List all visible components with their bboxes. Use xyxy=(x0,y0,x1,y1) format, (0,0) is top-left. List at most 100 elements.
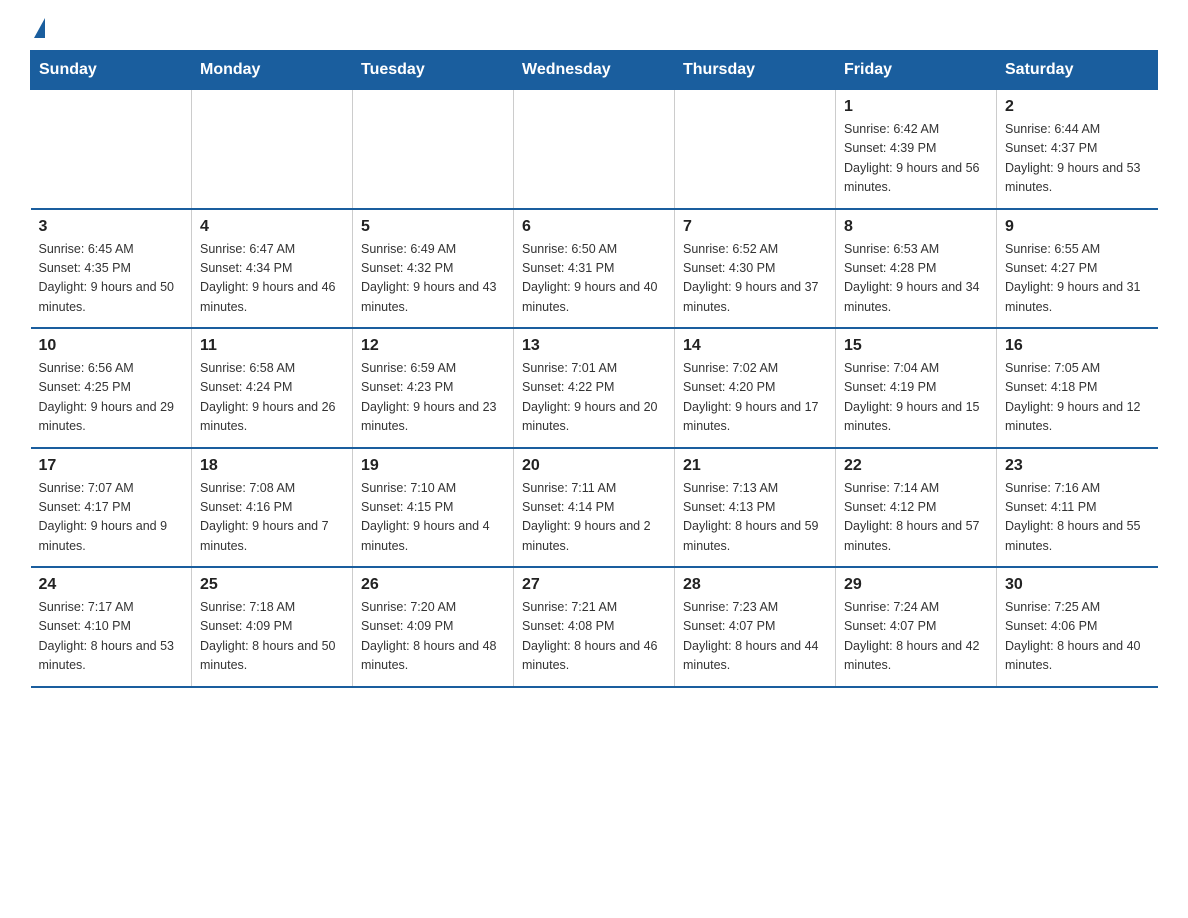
day-of-week-header: Thursday xyxy=(675,51,836,90)
day-info: Sunrise: 6:56 AM Sunset: 4:25 PM Dayligh… xyxy=(39,359,184,437)
day-number: 10 xyxy=(39,337,184,355)
day-of-week-header: Friday xyxy=(836,51,997,90)
day-info: Sunrise: 7:11 AM Sunset: 4:14 PM Dayligh… xyxy=(522,479,666,557)
calendar-day-cell: 29 Sunrise: 7:24 AM Sunset: 4:07 PM Dayli… xyxy=(836,567,997,687)
day-number: 9 xyxy=(1005,218,1150,236)
day-info: Sunrise: 6:59 AM Sunset: 4:23 PM Dayligh… xyxy=(361,359,505,437)
calendar-week-row: 10 Sunrise: 6:56 AM Sunset: 4:25 PM Dayli… xyxy=(31,328,1158,448)
day-number: 24 xyxy=(39,576,184,594)
day-info: Sunrise: 7:10 AM Sunset: 4:15 PM Dayligh… xyxy=(361,479,505,557)
day-info: Sunrise: 6:49 AM Sunset: 4:32 PM Dayligh… xyxy=(361,240,505,318)
day-info: Sunrise: 7:24 AM Sunset: 4:07 PM Dayligh… xyxy=(844,598,988,676)
day-info: Sunrise: 7:17 AM Sunset: 4:10 PM Dayligh… xyxy=(39,598,184,676)
page-header xyxy=(30,20,1158,40)
calendar-day-cell: 10 Sunrise: 6:56 AM Sunset: 4:25 PM Dayli… xyxy=(31,328,192,448)
day-of-week-header: Sunday xyxy=(31,51,192,90)
day-info: Sunrise: 7:05 AM Sunset: 4:18 PM Dayligh… xyxy=(1005,359,1150,437)
calendar-day-cell: 27 Sunrise: 7:21 AM Sunset: 4:08 PM Dayli… xyxy=(514,567,675,687)
calendar-day-cell: 23 Sunrise: 7:16 AM Sunset: 4:11 PM Dayli… xyxy=(997,448,1158,568)
day-info: Sunrise: 6:58 AM Sunset: 4:24 PM Dayligh… xyxy=(200,359,344,437)
calendar-day-cell: 19Sunrise: 7:10 AM Sunset: 4:15 PM Dayli… xyxy=(353,448,514,568)
calendar-day-cell: 7 Sunrise: 6:52 AM Sunset: 4:30 PM Daylig… xyxy=(675,209,836,329)
calendar-day-cell: 11 Sunrise: 6:58 AM Sunset: 4:24 PM Dayli… xyxy=(192,328,353,448)
calendar-day-cell: 15 Sunrise: 7:04 AM Sunset: 4:19 PM Dayli… xyxy=(836,328,997,448)
day-of-week-header: Wednesday xyxy=(514,51,675,90)
day-number: 11 xyxy=(200,337,344,355)
calendar-day-cell xyxy=(31,90,192,209)
calendar-day-cell: 9 Sunrise: 6:55 AM Sunset: 4:27 PM Daylig… xyxy=(997,209,1158,329)
calendar-table: SundayMondayTuesdayWednesdayThursdayFrid… xyxy=(30,50,1158,688)
day-info: Sunrise: 6:52 AM Sunset: 4:30 PM Dayligh… xyxy=(683,240,827,318)
day-info: Sunrise: 6:53 AM Sunset: 4:28 PM Dayligh… xyxy=(844,240,988,318)
calendar-day-cell: 4 Sunrise: 6:47 AM Sunset: 4:34 PM Daylig… xyxy=(192,209,353,329)
day-number: 29 xyxy=(844,576,988,594)
day-info: Sunrise: 7:20 AM Sunset: 4:09 PM Dayligh… xyxy=(361,598,505,676)
day-number: 8 xyxy=(844,218,988,236)
day-number: 5 xyxy=(361,218,505,236)
calendar-body: 1 Sunrise: 6:42 AM Sunset: 4:39 PM Daylig… xyxy=(31,90,1158,687)
calendar-day-cell: 6 Sunrise: 6:50 AM Sunset: 4:31 PM Daylig… xyxy=(514,209,675,329)
calendar-week-row: 1 Sunrise: 6:42 AM Sunset: 4:39 PM Daylig… xyxy=(31,90,1158,209)
day-info: Sunrise: 6:50 AM Sunset: 4:31 PM Dayligh… xyxy=(522,240,666,318)
day-number: 7 xyxy=(683,218,827,236)
calendar-day-cell: 24 Sunrise: 7:17 AM Sunset: 4:10 PM Dayli… xyxy=(31,567,192,687)
day-number: 21 xyxy=(683,457,827,475)
calendar-day-cell: 26 Sunrise: 7:20 AM Sunset: 4:09 PM Dayli… xyxy=(353,567,514,687)
day-info: Sunrise: 7:01 AM Sunset: 4:22 PM Dayligh… xyxy=(522,359,666,437)
day-number: 23 xyxy=(1005,457,1150,475)
day-number: 6 xyxy=(522,218,666,236)
day-info: Sunrise: 6:44 AM Sunset: 4:37 PM Dayligh… xyxy=(1005,120,1150,198)
day-number: 30 xyxy=(1005,576,1150,594)
day-number: 26 xyxy=(361,576,505,594)
day-of-week-header: Tuesday xyxy=(353,51,514,90)
day-info: Sunrise: 6:42 AM Sunset: 4:39 PM Dayligh… xyxy=(844,120,988,198)
calendar-day-cell: 8 Sunrise: 6:53 AM Sunset: 4:28 PM Daylig… xyxy=(836,209,997,329)
calendar-day-cell: 16 Sunrise: 7:05 AM Sunset: 4:18 PM Dayli… xyxy=(997,328,1158,448)
calendar-day-cell: 5 Sunrise: 6:49 AM Sunset: 4:32 PM Daylig… xyxy=(353,209,514,329)
day-number: 28 xyxy=(683,576,827,594)
day-info: Sunrise: 7:16 AM Sunset: 4:11 PM Dayligh… xyxy=(1005,479,1150,557)
calendar-day-cell xyxy=(353,90,514,209)
day-number: 15 xyxy=(844,337,988,355)
day-number: 17 xyxy=(39,457,184,475)
calendar-day-cell: 3 Sunrise: 6:45 AM Sunset: 4:35 PM Daylig… xyxy=(31,209,192,329)
calendar-day-cell: 18Sunrise: 7:08 AM Sunset: 4:16 PM Dayli… xyxy=(192,448,353,568)
calendar-day-cell: 13 Sunrise: 7:01 AM Sunset: 4:22 PM Dayli… xyxy=(514,328,675,448)
day-number: 1 xyxy=(844,98,988,116)
calendar-day-cell: 17 Sunrise: 7:07 AM Sunset: 4:17 PM Dayli… xyxy=(31,448,192,568)
day-number: 16 xyxy=(1005,337,1150,355)
day-number: 13 xyxy=(522,337,666,355)
day-info: Sunrise: 6:45 AM Sunset: 4:35 PM Dayligh… xyxy=(39,240,184,318)
day-info: Sunrise: 7:07 AM Sunset: 4:17 PM Dayligh… xyxy=(39,479,184,557)
calendar-day-cell: 12Sunrise: 6:59 AM Sunset: 4:23 PM Dayli… xyxy=(353,328,514,448)
day-number: 22 xyxy=(844,457,988,475)
calendar-day-cell xyxy=(192,90,353,209)
calendar-day-cell: 1 Sunrise: 6:42 AM Sunset: 4:39 PM Daylig… xyxy=(836,90,997,209)
day-info: Sunrise: 6:47 AM Sunset: 4:34 PM Dayligh… xyxy=(200,240,344,318)
day-number: 3 xyxy=(39,218,184,236)
calendar-day-cell xyxy=(675,90,836,209)
calendar-day-cell: 28Sunrise: 7:23 AM Sunset: 4:07 PM Dayli… xyxy=(675,567,836,687)
day-info: Sunrise: 7:18 AM Sunset: 4:09 PM Dayligh… xyxy=(200,598,344,676)
day-number: 25 xyxy=(200,576,344,594)
day-number: 20 xyxy=(522,457,666,475)
day-number: 27 xyxy=(522,576,666,594)
day-info: Sunrise: 7:14 AM Sunset: 4:12 PM Dayligh… xyxy=(844,479,988,557)
calendar-day-cell: 22 Sunrise: 7:14 AM Sunset: 4:12 PM Dayli… xyxy=(836,448,997,568)
calendar-day-cell xyxy=(514,90,675,209)
day-number: 2 xyxy=(1005,98,1150,116)
day-of-week-header: Monday xyxy=(192,51,353,90)
logo-triangle-icon xyxy=(34,18,45,38)
calendar-week-row: 3 Sunrise: 6:45 AM Sunset: 4:35 PM Daylig… xyxy=(31,209,1158,329)
day-info: Sunrise: 7:04 AM Sunset: 4:19 PM Dayligh… xyxy=(844,359,988,437)
day-info: Sunrise: 6:55 AM Sunset: 4:27 PM Dayligh… xyxy=(1005,240,1150,318)
calendar-day-cell: 20 Sunrise: 7:11 AM Sunset: 4:14 PM Dayli… xyxy=(514,448,675,568)
day-info: Sunrise: 7:21 AM Sunset: 4:08 PM Dayligh… xyxy=(522,598,666,676)
day-info: Sunrise: 7:13 AM Sunset: 4:13 PM Dayligh… xyxy=(683,479,827,557)
day-of-week-header: Saturday xyxy=(997,51,1158,90)
days-of-week-row: SundayMondayTuesdayWednesdayThursdayFrid… xyxy=(31,51,1158,90)
day-number: 4 xyxy=(200,218,344,236)
calendar-week-row: 24 Sunrise: 7:17 AM Sunset: 4:10 PM Dayli… xyxy=(31,567,1158,687)
calendar-header: SundayMondayTuesdayWednesdayThursdayFrid… xyxy=(31,51,1158,90)
calendar-day-cell: 21 Sunrise: 7:13 AM Sunset: 4:13 PM Dayli… xyxy=(675,448,836,568)
